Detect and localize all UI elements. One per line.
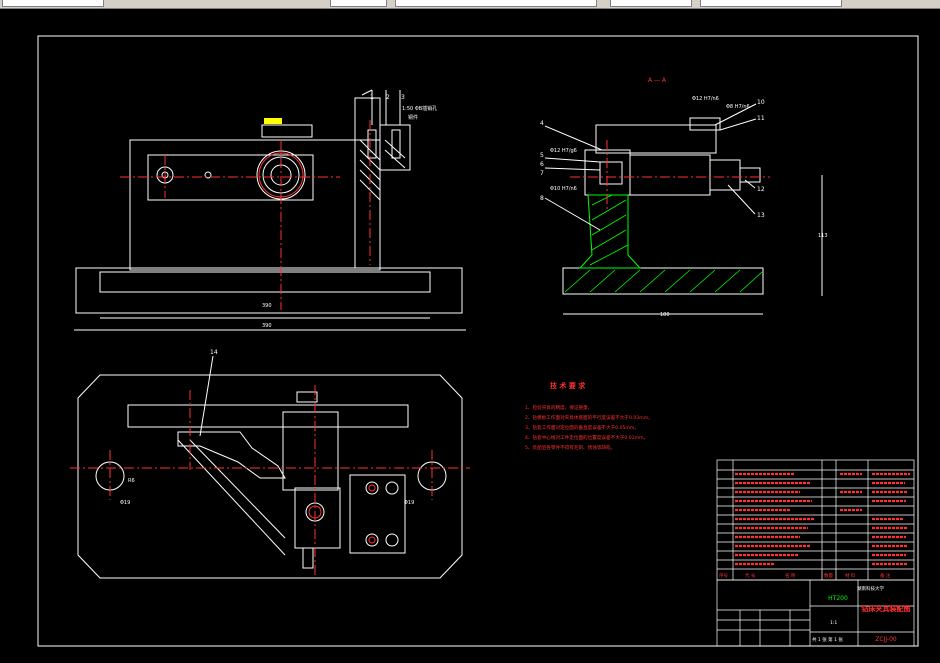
fit-annotation-3: Φ12 H7/g6 bbox=[550, 148, 577, 154]
section-body-hatch bbox=[578, 194, 642, 269]
drawing-number: ZCJJ-00 bbox=[875, 636, 897, 643]
parts-list-text bbox=[735, 472, 910, 566]
tech-req-item: 4、钻套中心线对工件定位面的位置度误差不大于0.02mm。 bbox=[525, 434, 648, 441]
dim-side-width: 180 bbox=[660, 312, 670, 318]
tech-req-item: 5、装配后各零件不得有毛刺、锈蚀等缺陷。 bbox=[525, 444, 615, 451]
section-title: A — A bbox=[648, 77, 667, 84]
leader-14 bbox=[199, 355, 214, 437]
svg-text:数量: 数量 bbox=[824, 572, 833, 579]
svg-text:备 注: 备 注 bbox=[880, 572, 891, 579]
svg-text:材 料: 材 料 bbox=[845, 572, 856, 579]
callout-11: 11 bbox=[757, 115, 765, 122]
dim-side-height: 113 bbox=[818, 233, 828, 239]
dim-hole-left: Φ19 bbox=[120, 500, 130, 506]
top-view bbox=[77, 374, 463, 579]
front-view bbox=[74, 89, 466, 331]
fit-annotation-4: Φ10 H7/n6 bbox=[550, 186, 577, 192]
fit-annotation-2: Φ8 H7/n6 bbox=[726, 104, 750, 110]
callout-8: 8 bbox=[540, 195, 544, 202]
plate-note: 1:50 ΦB插销孔 bbox=[402, 105, 437, 112]
material-label: HT200 bbox=[828, 595, 848, 602]
fit-annotation-1: Φ12 H7/n6 bbox=[692, 96, 719, 102]
tech-req-title: 技 术 要 求 bbox=[550, 381, 586, 390]
dim-front-inner: 390 bbox=[262, 303, 272, 309]
dim-front-outer: 390 bbox=[262, 323, 272, 329]
tech-req-item: 2、钻模板工作面对夹具体底面的平行度误差不大于0.03mm。 bbox=[525, 414, 653, 421]
section-view bbox=[562, 117, 823, 315]
front-view-centerlines bbox=[120, 120, 371, 310]
plate-note-2: 铜件 bbox=[408, 114, 418, 121]
callout-2: 2 bbox=[386, 94, 390, 101]
dim-radius: R6 bbox=[128, 478, 135, 484]
callout-4: 4 bbox=[540, 120, 544, 127]
top-view-red-detail bbox=[308, 484, 376, 544]
callout-3: 3 bbox=[401, 94, 405, 101]
toolbar-field[interactable] bbox=[700, 0, 842, 7]
section-leaders bbox=[544, 103, 757, 231]
parts-header-row: 序号 代 号 名 称 数量 材 料 备 注 bbox=[719, 572, 891, 579]
callout-10: 10 bbox=[757, 99, 765, 106]
cad-model-space[interactable]: 390 390 1 2 3 1:50 ΦB插销孔 铜件 A — A 4 5 6 … bbox=[0, 8, 940, 659]
svg-text:序号: 序号 bbox=[719, 572, 728, 579]
svg-text:代 号: 代 号 bbox=[745, 572, 756, 579]
callout-13: 13 bbox=[757, 212, 765, 219]
drawing-name: 钻床夹具装配图 bbox=[862, 604, 911, 613]
callout-14: 14 bbox=[210, 349, 218, 356]
tech-req-list: 1、检验夹具的精度，保证质量。 2、钻模板工作面对夹具体底面的平行度误差不大于0… bbox=[525, 404, 653, 451]
toolbar-field[interactable] bbox=[610, 0, 692, 7]
scale-label: 1:1 bbox=[830, 620, 837, 626]
toolbar-field[interactable] bbox=[395, 0, 597, 7]
tech-req-item: 3、钻套工作面对定位面的垂直度误差不大于0.05mm。 bbox=[525, 424, 639, 431]
callout-1: 1 bbox=[370, 94, 374, 101]
section-hatch-lines bbox=[564, 194, 763, 293]
callout-12: 12 bbox=[757, 186, 765, 193]
callout-7: 7 bbox=[540, 170, 544, 177]
callout-6: 6 bbox=[540, 161, 544, 168]
callout-5: 5 bbox=[540, 152, 544, 159]
school-label: 湖南科技大学 bbox=[857, 585, 884, 592]
toolbar-field[interactable] bbox=[2, 0, 104, 7]
svg-text:名 称: 名 称 bbox=[785, 572, 796, 579]
toolbar-field[interactable] bbox=[330, 0, 387, 7]
sheet-label: 共 1 张 第 1 张 bbox=[812, 636, 843, 643]
dim-hole-right: Φ19 bbox=[404, 500, 414, 506]
tech-req-item: 1、检验夹具的精度，保证质量。 bbox=[525, 404, 592, 411]
